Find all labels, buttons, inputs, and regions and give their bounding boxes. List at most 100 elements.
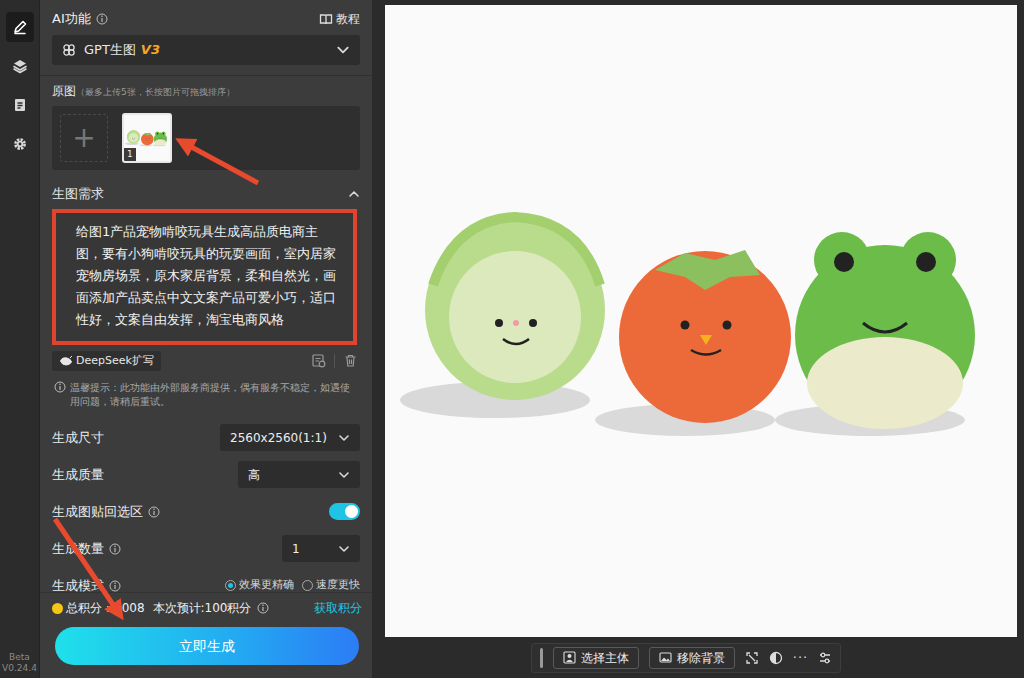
select-value: 高 <box>248 466 260 484</box>
gear-icon <box>12 136 28 152</box>
info-icon[interactable] <box>109 543 121 555</box>
document-icon <box>12 97 28 113</box>
chevron-down-icon <box>330 469 350 481</box>
prompt-title: 生图需求 <box>52 184 104 204</box>
version-line: V0.24.4 <box>2 663 37 674</box>
model-name: GPT生图 <box>84 40 136 60</box>
notice-text: 温馨提示：此功能由外部服务商提供，偶有服务不稳定，如遇使用问题，请稍后重试。 <box>70 381 356 409</box>
history-icon[interactable] <box>311 353 326 368</box>
credits-label: 总积分： <box>66 599 114 617</box>
panel-footer: 总积分：7008 本次预计:100积分 获取积分立即生成 <box>40 592 372 678</box>
get-credits-link[interactable]: 获取积分 <box>314 599 362 617</box>
setting-row: 生成数量 1 <box>52 530 360 567</box>
product-photo[interactable] <box>385 5 1017 637</box>
option-text: 速度更快 <box>316 577 360 592</box>
rail-item[interactable] <box>6 129 34 159</box>
contrast-icon[interactable] <box>769 651 783 665</box>
image-icon <box>659 651 677 664</box>
book-icon <box>319 12 336 26</box>
setting-row: 生成尺寸 2560x2560(1:1) <box>52 419 360 456</box>
source-title: 原图 <box>52 84 76 98</box>
rail-item[interactable] <box>6 90 34 120</box>
setting-select[interactable]: 高 <box>238 461 360 488</box>
credits-estimate: 本次预计:100积分 <box>153 599 252 617</box>
credits-row: 总积分：7008 本次预计:100积分 获取积分 <box>52 599 362 617</box>
chevron-up-icon <box>348 188 360 200</box>
label-text: 生成模式 <box>52 576 104 592</box>
setting-select[interactable]: 2560x2560(1:1) <box>220 424 360 451</box>
prompt-textarea[interactable]: 给图1产品宠物啃咬玩具生成高品质电商主图，要有小狗啃咬玩具的玩耍画面，室内居家宠… <box>52 209 357 345</box>
setting-row: 生成质量 高 <box>52 456 360 493</box>
credits-info: 总积分：7008 本次预计:100积分 <box>52 599 269 617</box>
radio-option[interactable]: 速度更快 <box>302 577 360 592</box>
add-image-button[interactable]: + <box>60 114 108 162</box>
chevron-down-icon <box>336 43 350 57</box>
toolbar-area: 选择主体 移除背景 ··· <box>372 637 1024 678</box>
expand-icon[interactable] <box>745 651 759 665</box>
info-icon[interactable] <box>96 13 108 25</box>
trash-icon[interactable] <box>343 353 358 368</box>
image-index: 1 <box>124 148 136 161</box>
bottom-toolbar: 选择主体 移除背景 ··· <box>531 643 841 673</box>
image-thumbnail[interactable]: 1 <box>122 113 172 163</box>
more-button[interactable]: ··· <box>793 648 808 668</box>
photo-frame <box>372 0 1024 637</box>
rail-item[interactable] <box>6 12 34 42</box>
separator <box>40 75 372 76</box>
divider <box>334 354 335 368</box>
notice: 温馨提示：此功能由外部服务商提供，偶有服务不稳定，如遇使用问题，请稍后重试。 <box>40 371 372 409</box>
radio-option[interactable]: 效果更精确 <box>225 577 294 592</box>
deepseek-button[interactable]: DeepSeek扩写 <box>52 351 161 372</box>
info-icon[interactable] <box>109 580 121 592</box>
label-text: 生成质量 <box>52 465 104 485</box>
model-icon <box>62 43 76 57</box>
annotation-arrows <box>0 0 1024 678</box>
upload-area: +1 <box>52 106 360 170</box>
person-icon <box>563 651 581 664</box>
info-icon[interactable] <box>148 506 160 518</box>
label-text: 生成尺寸 <box>52 428 104 448</box>
title-text: AI功能 <box>52 9 91 29</box>
drag-handle[interactable] <box>540 648 543 668</box>
setting-label: 生成质量 <box>52 465 104 485</box>
info-icon[interactable] <box>257 602 269 614</box>
prompt-header[interactable]: 生图需求 <box>40 170 372 204</box>
sliders-icon[interactable] <box>818 651 832 665</box>
source-label: 原图（最多上传5张，长按图片可拖拽排序） <box>40 76 372 100</box>
tutorial-link[interactable]: 教程 <box>319 10 360 28</box>
model-dropdown[interactable]: GPT生图V3 <box>52 35 360 65</box>
setting-toggle[interactable] <box>329 503 360 520</box>
chevron-down-icon <box>330 432 350 444</box>
setting-label: 生成图贴回选区 <box>52 502 160 522</box>
select-value: 1 <box>292 540 300 558</box>
tool-rail: BetaV0.24.4 <box>0 0 40 678</box>
setting-row: 生成图贴回选区 <box>52 493 360 530</box>
setting-select[interactable]: 1 <box>282 535 360 562</box>
setting-label: 生成模式 <box>52 576 121 592</box>
button-text: 选择主体 <box>581 649 629 667</box>
rail-item[interactable] <box>6 51 34 81</box>
label-text: 生成数量 <box>52 539 104 559</box>
info-icon[interactable] <box>54 381 66 393</box>
toolbar-button[interactable]: 选择主体 <box>553 647 639 669</box>
option-text: 效果更精确 <box>239 577 294 592</box>
setting-label: 生成数量 <box>52 539 121 559</box>
radio-group: 效果更精确 速度更快 <box>225 577 360 592</box>
prompt-tools: DeepSeek扩写 <box>40 345 372 372</box>
toggle-knob <box>345 505 358 518</box>
generate-button[interactable]: 立即生成 <box>55 627 359 665</box>
chevron-down-icon <box>330 543 350 555</box>
panel-body: AI功能 教程 GPT生图V3 原图（最多上传5张，长按图片可拖拽排序） +1 生图需求给… <box>40 0 372 592</box>
tutorial-text: 教程 <box>336 10 360 28</box>
button-text: 移除背景 <box>677 649 725 667</box>
model-version: V3 <box>141 40 160 60</box>
setting-row: 生成模式 效果更精确 速度更快 <box>52 567 360 592</box>
radio-circle <box>225 580 236 591</box>
source-hint: （最多上传5张，长按图片可拖拽排序） <box>76 87 235 97</box>
panel-title: AI功能 <box>52 9 108 29</box>
credits-total: 7008 <box>114 599 145 617</box>
toolbar-button[interactable]: 移除背景 <box>649 647 735 669</box>
canvas-area: 选择主体 移除背景 ··· <box>372 0 1024 678</box>
pencil-icon <box>12 19 28 35</box>
version-line: Beta <box>2 652 37 663</box>
